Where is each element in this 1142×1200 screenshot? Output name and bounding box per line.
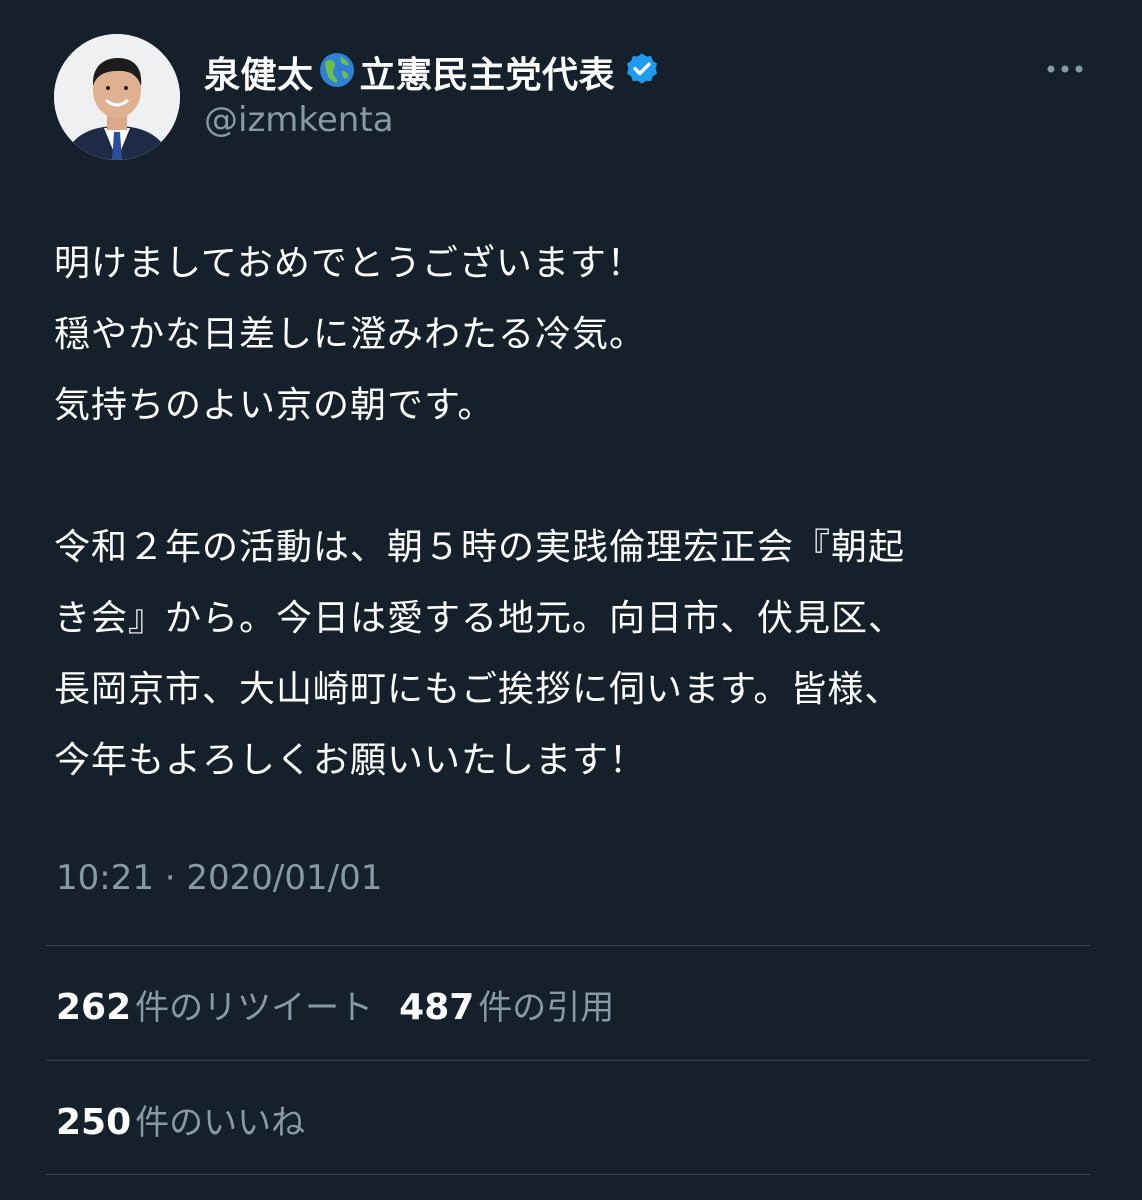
profile-avatar[interactable] bbox=[54, 34, 180, 160]
more-options-button[interactable] bbox=[1040, 54, 1090, 84]
display-name-part2[interactable]: 立憲民主党代表 bbox=[360, 46, 616, 98]
tweet-timestamp[interactable]: 10:21 · 2020/01/01 bbox=[56, 858, 382, 898]
retweets-stat[interactable]: 262 件のリツイート bbox=[56, 980, 373, 1029]
display-name-part1[interactable]: 泉健太 bbox=[204, 46, 314, 98]
tweet-text-line: 今年もよろしくお願いいたします！ bbox=[54, 740, 647, 781]
tweet-text-line: き会』から。今日は愛する地元。向日市、伏見区、 bbox=[54, 598, 906, 639]
quotes-count: 487 bbox=[399, 987, 475, 1028]
quotes-label: 件の引用 bbox=[478, 988, 615, 1028]
more-horizontal-icon bbox=[1047, 65, 1083, 73]
tweet-text: 明けましておめでとうございます！ 穏やかな日差しに澄みわたる冷気。 気持ちのよい… bbox=[54, 228, 1104, 796]
divider bbox=[46, 1174, 1090, 1175]
verified-badge-icon bbox=[623, 51, 661, 93]
retweets-count: 262 bbox=[56, 987, 132, 1028]
likes-count: 250 bbox=[56, 1102, 132, 1143]
author-handle[interactable]: @izmkenta bbox=[204, 100, 394, 140]
tweet-text-line: 気持ちのよい京の朝です。 bbox=[54, 385, 495, 426]
tweet-text-line: 穏やかな日差しに澄みわたる冷気。 bbox=[54, 314, 647, 355]
globe-icon bbox=[318, 51, 356, 93]
likes-stat[interactable]: 250 件のいいね bbox=[56, 1095, 305, 1144]
avatar-portrait-icon bbox=[54, 34, 180, 160]
divider bbox=[46, 945, 1090, 946]
tweet-text-line: 令和２年の活動は、朝５時の実践倫理宏正会『朝起 bbox=[54, 527, 906, 568]
tweet-text-line: 明けましておめでとうございます！ bbox=[54, 243, 644, 284]
tweet-text-line: 長岡京市、大山崎町にもご挨拶に伺います。皆様、 bbox=[54, 669, 902, 710]
author-name-row[interactable]: 泉健太 立憲民主党代表 bbox=[204, 46, 661, 98]
quotes-stat[interactable]: 487 件の引用 bbox=[399, 980, 614, 1029]
divider bbox=[46, 1060, 1090, 1061]
likes-label: 件のいいね bbox=[135, 1103, 306, 1143]
retweet-quote-stats: 262 件のリツイート 487 件の引用 bbox=[56, 980, 614, 1029]
retweets-label: 件のリツイート bbox=[135, 988, 374, 1028]
likes-stats: 250 件のいいね bbox=[56, 1095, 305, 1144]
